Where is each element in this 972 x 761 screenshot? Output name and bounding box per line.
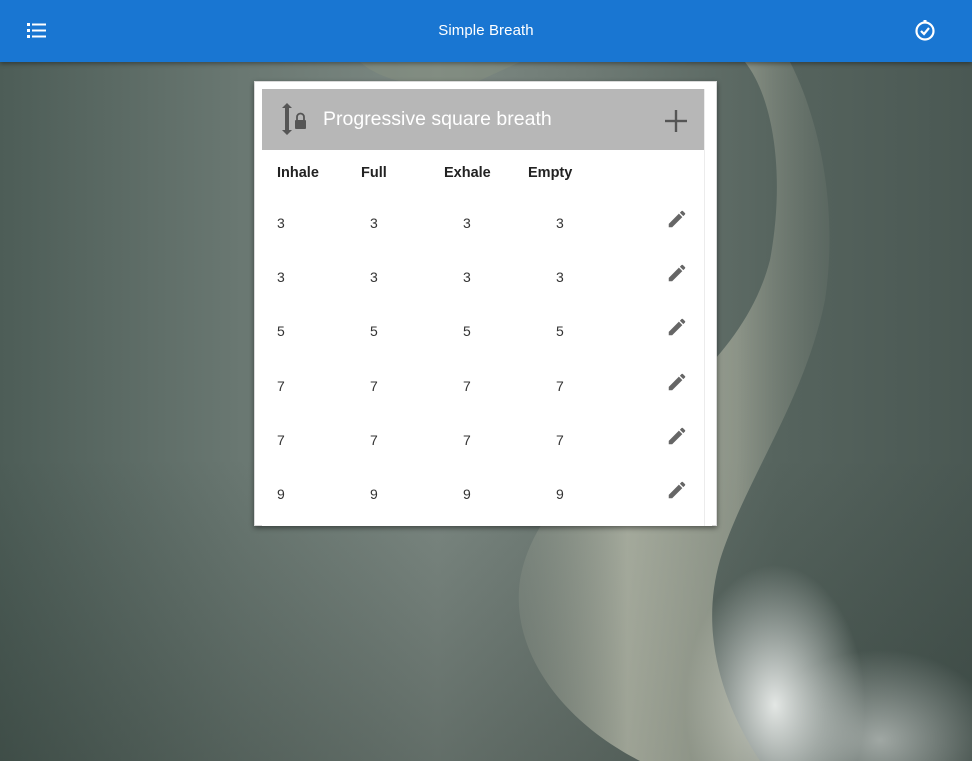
table-row: 7 7 7 7: [262, 373, 711, 432]
card-header: Progressive square breath: [262, 89, 711, 150]
breath-program-card: Progressive square breath Inhale Full Ex…: [254, 81, 717, 526]
table-row: 5 5 5 5: [262, 318, 711, 377]
empty-value: 7: [556, 378, 564, 394]
column-header-full: Full: [361, 165, 387, 181]
table-row: 7 7 7 7: [262, 427, 711, 486]
full-value: 7: [370, 432, 378, 448]
empty-value: 7: [556, 432, 564, 448]
full-value: 9: [370, 486, 378, 502]
inhale-value: 3: [277, 269, 285, 285]
add-row-button[interactable]: [662, 107, 690, 135]
pencil-icon: [668, 318, 686, 336]
pencil-icon: [668, 427, 686, 445]
full-value: 7: [370, 378, 378, 394]
app-title: Simple Breath: [438, 22, 534, 39]
full-value: 5: [370, 323, 378, 339]
pencil-icon: [668, 210, 686, 228]
inhale-value: 9: [277, 486, 285, 502]
height-lock-icon: [282, 103, 306, 135]
table-row: 9 9 9 9: [262, 481, 711, 540]
scrollbar-track[interactable]: [704, 89, 712, 526]
pencil-icon: [668, 264, 686, 282]
empty-value: 3: [556, 215, 564, 231]
timer-button[interactable]: [912, 18, 938, 44]
pencil-icon: [668, 481, 686, 499]
column-header-exhale: Exhale: [444, 165, 491, 181]
empty-value: 3: [556, 269, 564, 285]
full-value: 3: [370, 269, 378, 285]
inhale-value: 7: [277, 378, 285, 394]
exhale-value: 9: [463, 486, 471, 502]
inhale-value: 7: [277, 432, 285, 448]
timer-icon: [915, 20, 935, 41]
edit-row-button[interactable]: [666, 208, 688, 230]
exhale-value: 3: [463, 269, 471, 285]
full-value: 3: [370, 215, 378, 231]
inhale-value: 5: [277, 323, 285, 339]
edit-row-button[interactable]: [666, 371, 688, 393]
edit-row-button[interactable]: [666, 316, 688, 338]
exhale-value: 5: [463, 323, 471, 339]
exhale-value: 7: [463, 378, 471, 394]
plus-icon: [665, 110, 687, 132]
pencil-icon: [668, 373, 686, 391]
app-bar: Simple Breath: [0, 0, 972, 62]
inhale-value: 3: [277, 215, 285, 231]
table-row: 3 3 3 3: [262, 210, 711, 269]
edit-row-button[interactable]: [666, 479, 688, 501]
empty-value: 9: [556, 486, 564, 502]
table-row: 3 3 3 3: [262, 264, 711, 323]
column-header-inhale: Inhale: [277, 165, 319, 181]
card-title: Progressive square breath: [323, 108, 552, 130]
empty-value: 5: [556, 323, 564, 339]
column-header-empty: Empty: [528, 165, 573, 181]
edit-row-button[interactable]: [666, 262, 688, 284]
edit-row-button[interactable]: [666, 425, 688, 447]
exhale-value: 3: [463, 215, 471, 231]
exhale-value: 7: [463, 432, 471, 448]
